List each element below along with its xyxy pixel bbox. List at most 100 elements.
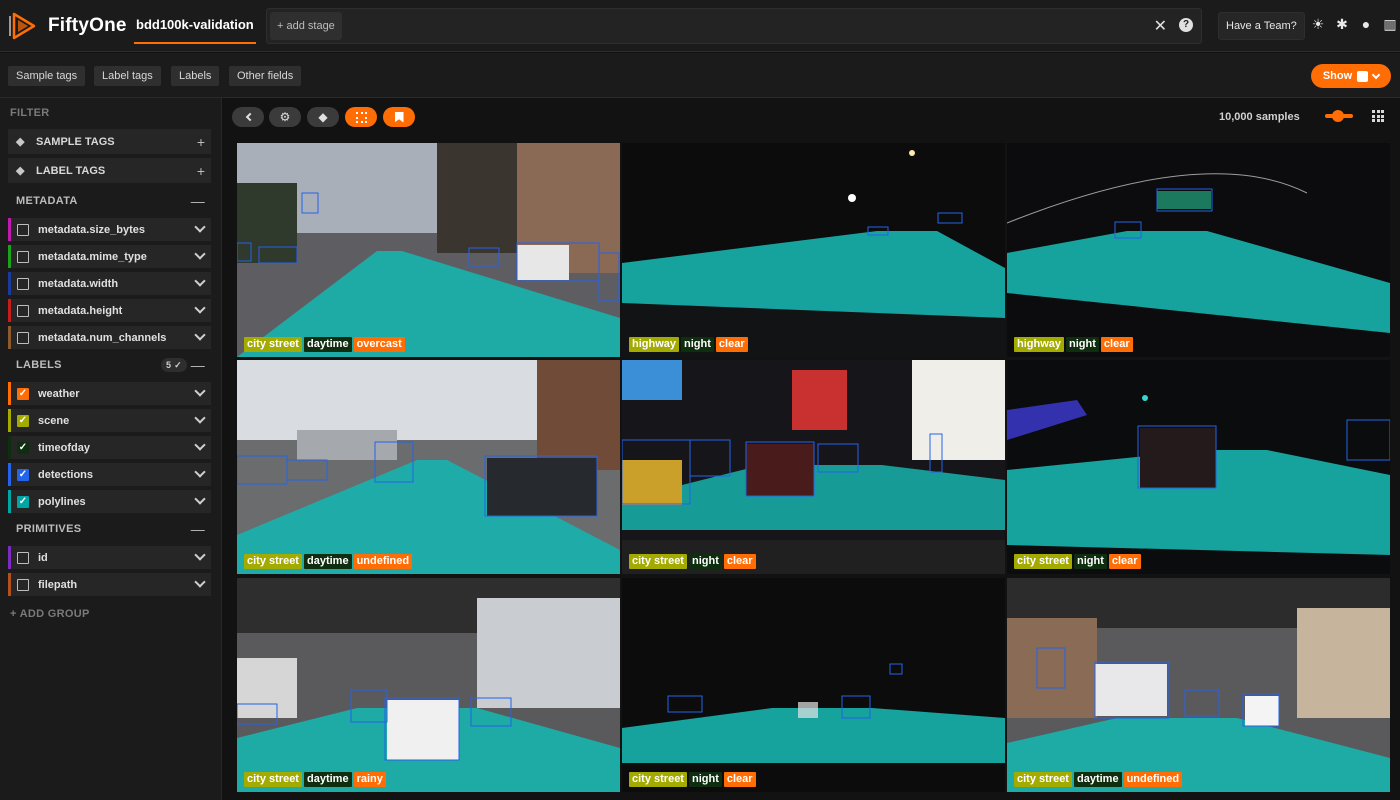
field-checkbox[interactable] xyxy=(17,551,29,564)
scene-chip: city street xyxy=(244,337,302,352)
tag-button[interactable]: ◆ xyxy=(307,107,339,127)
back-button[interactable] xyxy=(232,107,264,127)
weather-chip: clear xyxy=(723,772,756,787)
field-checkbox[interactable] xyxy=(17,304,29,317)
sample-tile[interactable]: city street daytime undefined xyxy=(1007,578,1390,792)
field-metadata-mime-type[interactable]: metadata.mime_type xyxy=(8,245,211,268)
tab-label-tags[interactable]: Label tags xyxy=(94,66,161,86)
field-checkbox[interactable] xyxy=(17,331,29,344)
field-timeofday[interactable]: ✓ timeofday xyxy=(8,436,211,459)
chevron-down-icon[interactable] xyxy=(194,412,206,424)
tab-labels[interactable]: Labels xyxy=(171,66,220,86)
chevron-down-icon[interactable] xyxy=(194,576,206,588)
slack-icon[interactable]: ✱ xyxy=(1334,16,1350,32)
show-button[interactable]: Show xyxy=(1311,64,1391,88)
tab-other-fields[interactable]: Other fields xyxy=(229,66,302,86)
field-filepath[interactable]: filepath xyxy=(8,573,211,596)
github-icon[interactable]: ● xyxy=(1358,16,1374,32)
timeofday-chip: daytime xyxy=(1073,772,1122,787)
field-metadata-num-channels[interactable]: metadata.num_channels xyxy=(8,326,211,349)
help-icon[interactable]: ? xyxy=(1179,18,1193,32)
timeofday-chip: daytime xyxy=(303,772,352,787)
field-label: timeofday xyxy=(38,441,90,454)
chevron-down-icon[interactable] xyxy=(194,439,206,451)
field-color-stripe xyxy=(8,490,11,513)
bookmark-button[interactable] xyxy=(383,107,415,127)
close-icon[interactable]: ✕ xyxy=(1154,16,1167,36)
sample-tile[interactable]: city street night clear xyxy=(622,360,1005,574)
chevron-down-icon[interactable] xyxy=(194,549,206,561)
field-checkbox[interactable]: ✓ xyxy=(17,495,29,508)
grid-view-icon[interactable] xyxy=(1372,110,1384,122)
field-scene[interactable]: ✓ scene xyxy=(8,409,211,432)
field-weather[interactable]: ✓ weather xyxy=(8,382,211,405)
timeofday-chip: daytime xyxy=(303,337,352,352)
plus-icon[interactable]: + xyxy=(197,163,205,179)
timeofday-chip: night xyxy=(1066,337,1099,352)
add-group-button[interactable]: + ADD GROUP xyxy=(10,608,90,620)
field-checkbox[interactable]: ✓ xyxy=(17,468,29,481)
field-checkbox[interactable] xyxy=(17,578,29,591)
field-color-stripe xyxy=(8,326,11,349)
label-chips: city street daytime rainy xyxy=(244,772,386,787)
sample-tile[interactable]: city street daytime rainy xyxy=(237,578,620,792)
settings-button[interactable]: ⚙ xyxy=(269,107,301,127)
field-checkbox[interactable]: ✓ xyxy=(17,441,29,454)
docs-icon[interactable]: ▥ xyxy=(1382,16,1398,32)
sun-icon[interactable]: ☀ xyxy=(1310,16,1326,32)
grid-toolbar: ⚙ ◆ 10,000 samples xyxy=(222,98,1400,136)
field-polylines[interactable]: ✓ polylines xyxy=(8,490,211,513)
sample-tile[interactable]: city street night clear xyxy=(1007,360,1390,574)
chevron-down-icon[interactable] xyxy=(194,275,206,287)
app-name: FiftyOne xyxy=(48,14,127,36)
zoom-slider-handle[interactable] xyxy=(1332,110,1344,122)
primitives-group-header[interactable]: PRIMITIVES — xyxy=(8,517,211,541)
chevron-down-icon[interactable] xyxy=(194,385,206,397)
chevron-down-icon[interactable] xyxy=(194,329,206,341)
field-id[interactable]: id xyxy=(8,546,211,569)
add-stage-button[interactable]: + add stage xyxy=(270,12,342,40)
view-bar[interactable]: + add stage ✕ ? xyxy=(266,8,1202,44)
sample-tile[interactable]: city street daytime undefined xyxy=(237,360,620,574)
collapse-icon[interactable]: — xyxy=(191,357,205,373)
sample-tile[interactable]: highway night clear xyxy=(622,143,1005,357)
sample-tile[interactable]: city street daytime overcast xyxy=(237,143,620,357)
label-chips: city street daytime undefined xyxy=(1014,772,1183,787)
field-checkbox[interactable] xyxy=(17,223,29,236)
show-button-label: Show xyxy=(1322,70,1353,82)
field-color-stripe xyxy=(8,409,11,432)
label-tags-row[interactable]: ◆ LABEL TAGS + xyxy=(8,158,211,183)
collapse-icon[interactable]: — xyxy=(191,193,205,209)
chevron-down-icon[interactable] xyxy=(194,466,206,478)
field-checkbox[interactable] xyxy=(17,277,29,290)
metadata-group-header[interactable]: METADATA — xyxy=(8,189,211,213)
fiftyone-logo[interactable]: FiftyOne xyxy=(0,10,128,42)
timeofday-chip: night xyxy=(681,337,714,352)
field-label: filepath xyxy=(38,578,78,591)
tab-sample-tags[interactable]: Sample tags xyxy=(8,66,86,86)
field-checkbox[interactable] xyxy=(17,250,29,263)
plus-icon[interactable]: + xyxy=(197,134,205,150)
sample-tags-row[interactable]: ◆ SAMPLE TAGS + xyxy=(8,129,211,154)
field-checkbox[interactable]: ✓ xyxy=(17,387,29,400)
chevron-down-icon[interactable] xyxy=(194,248,206,260)
dataset-selector[interactable]: bdd100k-validation xyxy=(134,8,256,44)
chevron-down-icon[interactable] xyxy=(194,302,206,314)
field-metadata-height[interactable]: metadata.height xyxy=(8,299,211,322)
field-detections[interactable]: ✓ detections xyxy=(8,463,211,486)
chevron-down-icon[interactable] xyxy=(194,493,206,505)
field-checkbox[interactable]: ✓ xyxy=(17,414,29,427)
patches-button[interactable] xyxy=(345,107,377,127)
have-a-team-button[interactable]: Have a Team? xyxy=(1218,12,1305,40)
labels-group-header[interactable]: LABELS 5 ✓ — xyxy=(8,353,211,377)
sample-tile[interactable]: highway night clear xyxy=(1007,143,1390,357)
field-metadata-size-bytes[interactable]: metadata.size_bytes xyxy=(8,218,211,241)
field-metadata-width[interactable]: metadata.width xyxy=(8,272,211,295)
field-color-stripe xyxy=(8,573,11,596)
labels-count-badge[interactable]: 5 ✓ xyxy=(161,358,187,372)
chevron-down-icon[interactable] xyxy=(194,221,206,233)
weather-chip: clear xyxy=(1100,337,1133,352)
weather-chip: clear xyxy=(723,554,756,569)
sample-tile[interactable]: city street night clear xyxy=(622,578,1005,792)
collapse-icon[interactable]: — xyxy=(191,521,205,537)
